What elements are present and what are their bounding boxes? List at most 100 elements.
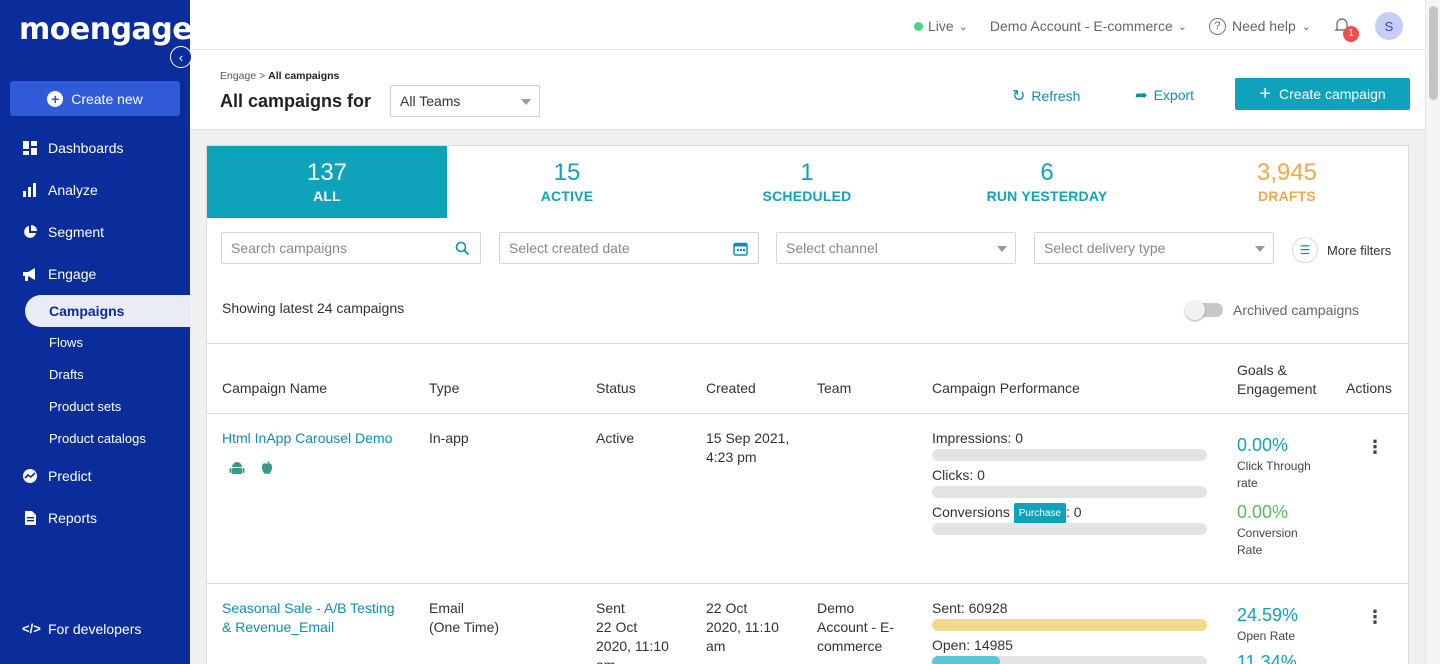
team-line3: commerce — [817, 638, 883, 654]
more-filters-button[interactable]: ☰ More filters — [1292, 237, 1391, 263]
sidebar-item-analyze[interactable]: Analyze — [0, 172, 190, 208]
sidebar-item-for-developers[interactable]: </> For developers — [0, 611, 190, 647]
stat-tab-run-yesterday[interactable]: 6 RUN YESTERDAY — [927, 146, 1167, 218]
user-avatar[interactable]: S — [1375, 12, 1403, 40]
stat-value: 1 — [800, 159, 814, 186]
stat-value: 3,945 — [1256, 159, 1318, 186]
type-line1: Email — [429, 600, 465, 616]
sidebar-item-label: Dashboards — [48, 140, 124, 156]
share-arrow-icon: ➦ — [1135, 87, 1148, 104]
page-scrollbar[interactable] — [1425, 0, 1440, 664]
stat-label: ACTIVE — [540, 188, 594, 204]
goals-header-line1: Goals & — [1237, 362, 1287, 378]
stat-tab-drafts[interactable]: 3,945 DRAFTS — [1167, 146, 1407, 218]
sidebar-item-segment[interactable]: Segment — [0, 214, 190, 250]
sidebar-subitem-campaigns[interactable]: Campaigns — [49, 303, 124, 319]
created-date-picker[interactable]: Select created date — [499, 232, 759, 264]
row-actions-menu-icon[interactable]: ⋮ — [1366, 438, 1384, 456]
campaign-name-link[interactable]: Seasonal Sale - A/B Testing & Revenue_Em… — [222, 599, 395, 637]
campaign-created: 15 Sep 2021, 4:23 pm — [706, 429, 789, 467]
date-placeholder: Select created date — [509, 240, 630, 256]
sidebar-item-predict[interactable]: Predict — [0, 458, 190, 494]
pie-chart-icon — [24, 225, 37, 238]
goals-header-line2: Engagement — [1237, 381, 1317, 397]
stat-tab-active[interactable]: 15 ACTIVE — [447, 146, 687, 218]
create-campaign-button[interactable]: + Create campaign — [1235, 78, 1410, 110]
conversions-label: Conversions — [932, 504, 1010, 521]
breadcrumb-parent[interactable]: Engage — [220, 70, 256, 82]
column-header-performance[interactable]: Campaign Performance — [932, 380, 1080, 396]
caret-down-icon — [997, 246, 1007, 252]
sidebar-item-reports[interactable]: Reports — [0, 500, 190, 536]
stat-tab-scheduled[interactable]: 1 SCHEDULED — [687, 146, 927, 218]
collapse-sidebar-button[interactable]: ‹ — [170, 46, 192, 68]
sidebar-item-dashboards[interactable]: Dashboards — [0, 130, 190, 166]
column-header-goals[interactable]: Goals & Engagement — [1237, 361, 1316, 399]
refresh-icon: ↻ — [1012, 88, 1026, 105]
help-label: Need help — [1231, 18, 1296, 34]
column-header-status[interactable]: Status — [596, 380, 636, 396]
column-header-type[interactable]: Type — [429, 380, 459, 396]
stat-tab-all[interactable]: 137 ALL — [207, 146, 447, 218]
created-line1: 22 Oct — [706, 600, 748, 616]
divider — [207, 343, 1408, 344]
create-new-button[interactable]: + Create new — [10, 81, 180, 116]
platform-icons — [229, 460, 275, 476]
campaign-created: 22 Oct 2020, 11:10 am — [706, 599, 779, 656]
calendar-icon — [733, 242, 748, 256]
campaign-name-link[interactable]: Html InApp Carousel Demo — [222, 429, 392, 448]
sidebar-subitem-product-sets[interactable]: Product sets — [49, 399, 121, 414]
notifications-button[interactable]: 1 — [1333, 16, 1359, 42]
campaigns-card: 137 ALL 15 ACTIVE 1 SCHEDULED 6 RUN YEST… — [206, 145, 1409, 664]
breadcrumb-separator: > — [256, 70, 269, 82]
sidebar-subitem-drafts[interactable]: Drafts — [49, 367, 84, 382]
predict-icon — [23, 469, 37, 483]
export-button[interactable]: ➦ Export — [1135, 86, 1194, 104]
status-line3: 2020, 11:10 — [596, 638, 669, 654]
help-circle-icon: ? — [1208, 17, 1226, 35]
divider — [207, 583, 1408, 584]
account-selector[interactable]: Demo Account - E-commerce ⌄ — [990, 18, 1187, 34]
column-header-team[interactable]: Team — [817, 380, 851, 396]
column-header-name[interactable]: Campaign Name — [222, 380, 327, 396]
dashboard-icon — [23, 141, 37, 155]
chevron-down-icon: ⌄ — [958, 20, 968, 33]
ctr-label-line2: rate — [1237, 476, 1258, 490]
code-icon: </> — [22, 621, 41, 636]
breadcrumb: Engage > All campaigns — [220, 70, 339, 82]
delivery-placeholder: Select delivery type — [1044, 240, 1166, 256]
channel-select[interactable]: Select channel — [776, 232, 1016, 264]
stat-value: 137 — [306, 159, 348, 186]
row-actions-menu-icon[interactable]: ⋮ — [1366, 608, 1384, 626]
sidebar-subitem-flows[interactable]: Flows — [49, 335, 83, 350]
conversions-value: : 0 — [1065, 504, 1082, 521]
live-status-dot — [913, 21, 923, 31]
teams-select[interactable]: All Teams — [390, 85, 540, 117]
search-placeholder: Search campaigns — [231, 240, 347, 256]
sidebar-item-engage[interactable]: Engage — [0, 256, 190, 292]
search-campaigns-input[interactable]: Search campaigns — [221, 232, 481, 264]
stat-value: 6 — [1040, 159, 1054, 186]
environment-label: Live — [927, 18, 954, 34]
sidebar-subitem-product-catalogs[interactable]: Product catalogs — [49, 431, 146, 446]
archived-campaigns-toggle[interactable]: Archived campaigns — [1185, 300, 1359, 320]
moengage-logo[interactable]: moengage — [19, 12, 193, 47]
metric-open: Open: 14985 — [932, 637, 1013, 653]
column-header-actions: Actions — [1346, 380, 1392, 396]
metric-clicks: Clicks: 0 — [932, 467, 985, 483]
toggle-switch[interactable] — [1185, 300, 1223, 320]
scrollbar-thumb[interactable] — [1429, 6, 1438, 100]
sidebar-item-label: For developers — [48, 621, 142, 637]
sidebar: moengage + Create new Dashboards Analyze… — [0, 0, 193, 664]
help-menu[interactable]: ? Need help ⌄ — [1208, 17, 1311, 35]
delivery-type-select[interactable]: Select delivery type — [1034, 232, 1274, 264]
column-header-created[interactable]: Created — [706, 380, 756, 396]
environment-selector[interactable]: Live ⌄ — [913, 18, 968, 34]
open-bar — [932, 656, 1207, 664]
account-label: Demo Account - E-commerce — [989, 18, 1173, 34]
page-header: Engage > All campaigns All campaigns for… — [190, 50, 1425, 130]
refresh-button[interactable]: ↻ Refresh — [1012, 86, 1080, 106]
sent-bar — [932, 619, 1207, 631]
chevron-down-icon: ⌄ — [1177, 20, 1187, 33]
chevron-left-icon: ‹ — [178, 49, 184, 65]
